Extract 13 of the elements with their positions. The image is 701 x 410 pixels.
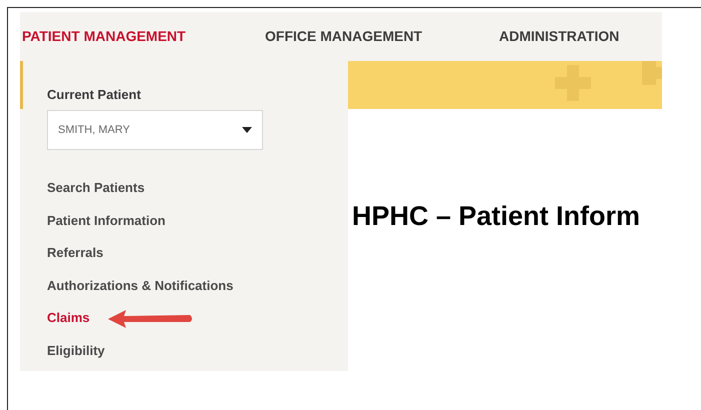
menu-item[interactable]: Search Patients bbox=[47, 180, 145, 196]
nav-tab[interactable]: ADMINISTRATION bbox=[499, 26, 649, 47]
page-title: HPHC – Patient Inform bbox=[351, 200, 642, 232]
menu-item[interactable]: Claims bbox=[47, 310, 90, 326]
nav-tab[interactable]: OFFICE MANAGEMENT bbox=[265, 26, 499, 47]
menu-item[interactable]: Eligibility bbox=[47, 342, 105, 358]
nav-tab[interactable]: PATIENT MANAGEMENT bbox=[22, 26, 265, 47]
current-patient-label: Current Patient bbox=[47, 87, 142, 103]
menu-item[interactable]: Referrals bbox=[47, 245, 104, 261]
menu-item[interactable]: Authorizations & Notifications bbox=[47, 278, 234, 294]
menu-item[interactable]: Patient Information bbox=[47, 212, 166, 228]
patient-select[interactable]: SMITH, MARY bbox=[47, 110, 263, 150]
caret-icon bbox=[242, 127, 252, 133]
